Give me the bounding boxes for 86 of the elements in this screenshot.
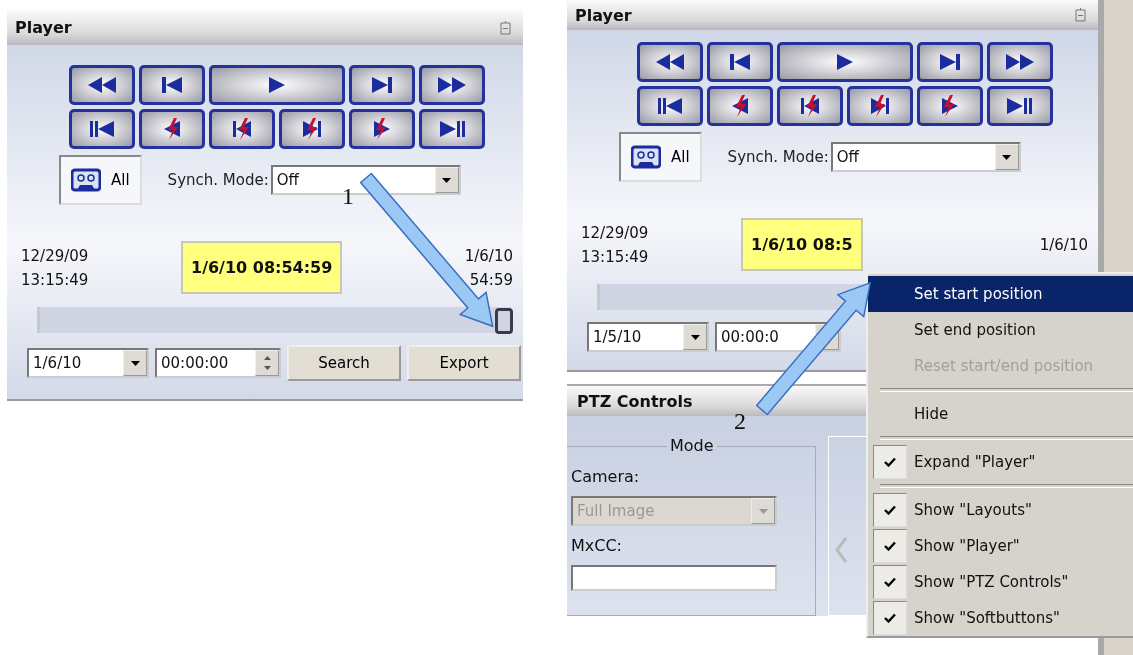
camera-label: Camera: (571, 467, 641, 486)
date-dropdown[interactable]: 1/6/10 (27, 348, 149, 378)
previous-icon (162, 77, 182, 93)
current-time-display: 1/6/10 08:54:59 (181, 241, 343, 294)
event-forward-button[interactable] (846, 86, 913, 126)
collapse-icon[interactable] (500, 20, 511, 35)
spinner-arrows-icon (263, 354, 271, 372)
menu-item[interactable]: Hide (868, 396, 1133, 432)
previous-button[interactable] (139, 65, 205, 105)
next-button[interactable] (916, 42, 983, 82)
step-back-icon (731, 94, 748, 118)
next-icon (939, 54, 960, 70)
play-icon (269, 77, 285, 93)
previous-button[interactable] (706, 42, 773, 82)
dropdown-arrow-icon (442, 177, 452, 183)
synch-mode-dropdown[interactable]: Off (830, 142, 1021, 172)
last-frame-button[interactable] (419, 109, 485, 149)
dropdown-arrow-icon (758, 508, 768, 514)
menu-item[interactable]: Show "PTZ Controls" (868, 564, 1133, 600)
event-forward-button[interactable] (279, 109, 345, 149)
next-button[interactable] (349, 65, 415, 105)
menu-item[interactable]: Show "Layouts" (868, 492, 1133, 528)
collapse-icon[interactable] (1075, 8, 1086, 22)
end-time-label: 54:59 (469, 269, 513, 291)
menu-item[interactable]: Expand "Player" (868, 444, 1133, 480)
panel-title: Player (575, 5, 632, 25)
start-time-label: 12/29/09 (581, 222, 650, 244)
all-cameras-button[interactable]: All (59, 155, 142, 205)
step-forward-icon (941, 94, 958, 118)
cassette-icon (71, 168, 101, 192)
menu-item[interactable]: Show "Softbuttons" (868, 600, 1133, 636)
slider-thumb[interactable] (495, 308, 513, 334)
event-back-button[interactable] (209, 109, 275, 149)
play-button[interactable] (776, 42, 913, 82)
panel-title: Player (15, 18, 72, 37)
rewind-button[interactable] (636, 42, 703, 82)
play-button[interactable] (209, 65, 345, 105)
export-button[interactable]: Export (407, 345, 521, 381)
event-back-icon (233, 117, 251, 141)
event-forward-icon (303, 117, 321, 141)
fast-forward-button[interactable] (986, 42, 1053, 82)
current-time-display: 1/6/10 08:5 (741, 218, 863, 271)
start-time-label: 13:15:49 (21, 269, 90, 291)
fast-forward-button[interactable] (419, 65, 485, 105)
start-time-label: 13:15:49 (581, 246, 650, 268)
fast-forward-icon (1005, 54, 1034, 70)
event-back-icon (800, 94, 819, 118)
event-back-button[interactable] (776, 86, 843, 126)
time-spinner[interactable]: 00:00:00 (155, 348, 281, 378)
rewind-icon (88, 77, 116, 93)
next-icon (372, 77, 392, 93)
menu-item[interactable]: Show "Player" (868, 528, 1133, 564)
end-time-label: 1/6/10 (464, 245, 513, 267)
dropdown-arrow-icon (130, 360, 140, 366)
fast-forward-icon (438, 77, 466, 93)
step-forward-button[interactable] (349, 109, 415, 149)
play-icon (836, 54, 853, 70)
end-time-label: 1/6/10 (1039, 234, 1088, 256)
dropdown-arrow-icon (1002, 154, 1012, 160)
step-forward-icon (374, 117, 390, 141)
synch-mode-label: Synch. Mode: (727, 148, 829, 166)
step-back-icon (164, 117, 180, 141)
rewind-button[interactable] (69, 65, 135, 105)
mxcc-label: MxCC: (571, 536, 623, 555)
step-forward-button[interactable] (916, 86, 983, 126)
mxcc-dropdown[interactable] (571, 565, 777, 591)
menu-item[interactable]: Set start position (868, 276, 1133, 312)
previous-icon (729, 54, 750, 70)
search-button[interactable]: Search (287, 345, 401, 381)
timeline-slider[interactable] (37, 307, 511, 333)
callout-number: 2 (734, 408, 746, 435)
first-frame-button[interactable] (69, 109, 135, 149)
event-forward-icon (870, 94, 889, 118)
cassette-icon (631, 145, 661, 169)
all-cameras-button[interactable]: All (619, 132, 702, 182)
start-time-label: 12/29/09 (21, 245, 90, 267)
first-frame-button[interactable] (636, 86, 703, 126)
last-frame-button[interactable] (986, 86, 1053, 126)
dropdown-arrow-icon (690, 334, 700, 340)
rewind-icon (655, 54, 684, 70)
menu-item[interactable]: Set end position (868, 312, 1133, 348)
synch-mode-label: Synch. Mode: (167, 171, 269, 189)
panel-title: PTZ Controls (577, 391, 693, 411)
step-back-button[interactable] (139, 109, 205, 149)
step-back-button[interactable] (706, 86, 773, 126)
date-dropdown[interactable]: 1/5/10 (587, 322, 709, 352)
